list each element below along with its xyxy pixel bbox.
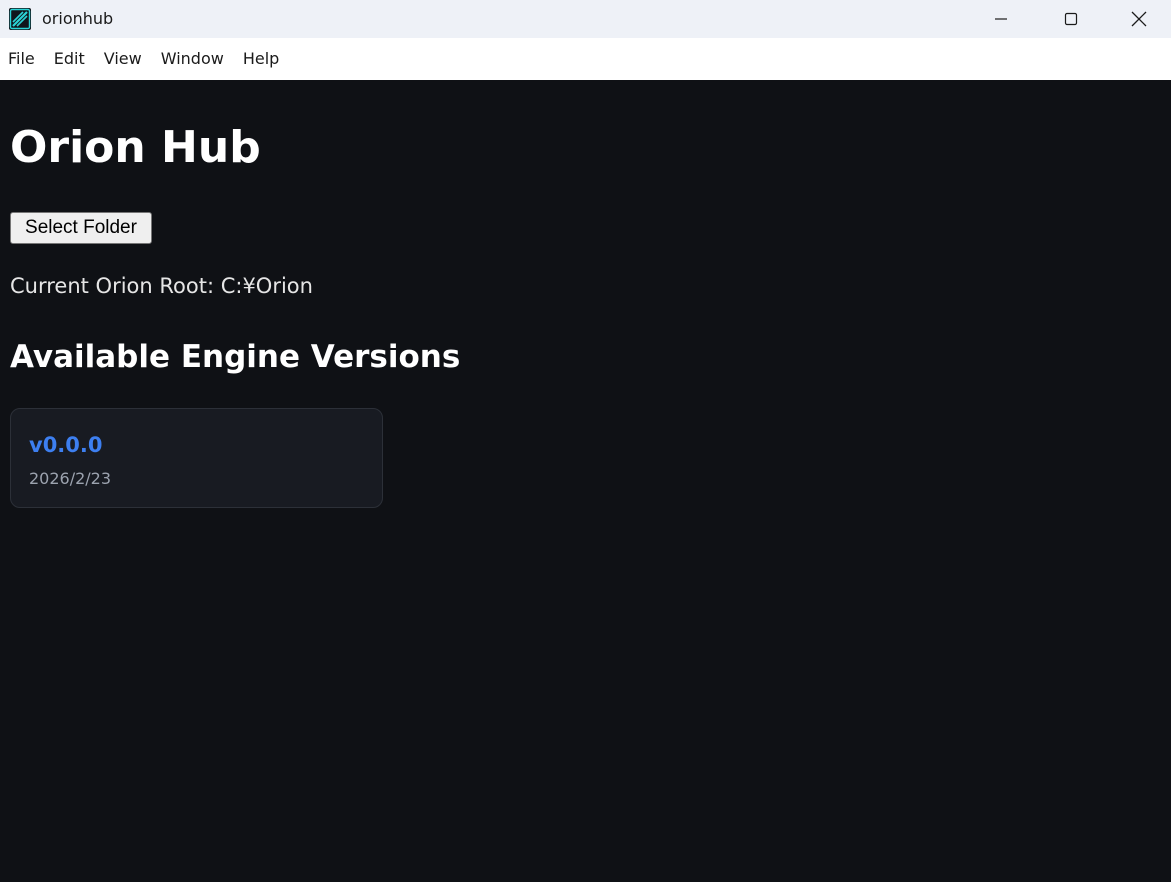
- current-root-path: Current Orion Root: C:¥Orion: [10, 274, 313, 298]
- close-button[interactable]: [1106, 0, 1171, 38]
- title-bar[interactable]: orionhub: [0, 0, 1171, 38]
- close-icon: [1131, 11, 1146, 27]
- maximize-icon: [1064, 12, 1078, 26]
- page-title: Orion Hub: [10, 122, 261, 173]
- orion-app-icon: [8, 7, 32, 31]
- version-date: 2026/2/23: [29, 469, 112, 488]
- menu-view[interactable]: View: [104, 49, 142, 69]
- version-name[interactable]: v0.0.0: [29, 432, 102, 458]
- menu-window[interactable]: Window: [161, 49, 224, 69]
- minimize-icon: [995, 18, 1007, 20]
- version-card[interactable]: v0.0.0 2026/2/23: [10, 408, 383, 508]
- main-content: Orion Hub Select Folder Current Orion Ro…: [0, 80, 1171, 882]
- select-folder-button[interactable]: Select Folder: [10, 212, 152, 244]
- section-title-engine-versions: Available Engine Versions: [10, 339, 461, 375]
- minimize-button[interactable]: [966, 0, 1036, 38]
- menu-file[interactable]: File: [8, 49, 35, 69]
- menu-edit[interactable]: Edit: [54, 49, 85, 69]
- maximize-button[interactable]: [1036, 0, 1106, 38]
- window-title: orionhub: [42, 9, 114, 28]
- menu-bar: File Edit View Window Help: [0, 38, 1171, 80]
- menu-help[interactable]: Help: [243, 49, 279, 69]
